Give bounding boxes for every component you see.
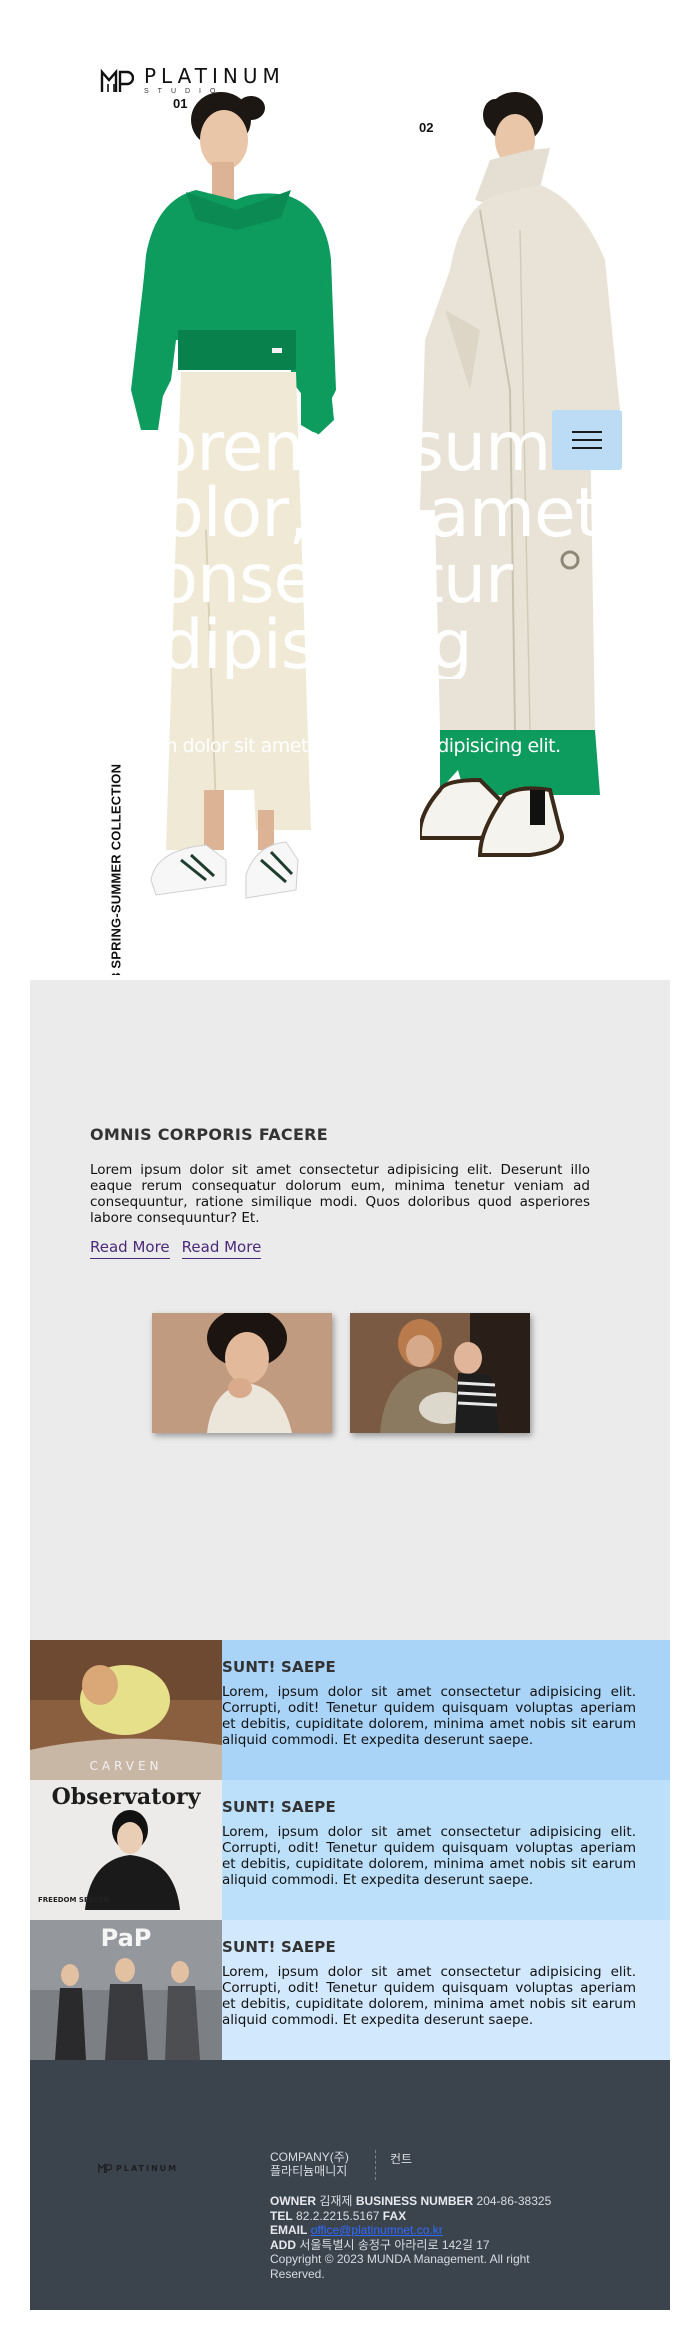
card-image-caption: Observatory	[52, 1784, 202, 1810]
company-label: COMPANY(주)	[270, 2150, 349, 2164]
card-title: SUNT! SAEPE	[222, 1938, 336, 1956]
footer-divider	[375, 2150, 376, 2180]
tel-label: TEL	[270, 2208, 293, 2223]
hamburger-icon-line	[572, 439, 602, 441]
card-image: PaP	[30, 1920, 222, 2060]
intro-title: OMNIS CORPORIS FACERE	[90, 1125, 329, 1144]
company-block: COMPANY(주) 플라티늄매니지	[270, 2150, 349, 2178]
feature-card[interactable]: Observatory FREEDOM SEEKER SUNT! SAEPE L…	[30, 1780, 670, 1920]
read-more-link[interactable]: Read More	[181, 1238, 262, 1259]
card-image: CARVEN	[30, 1640, 222, 1780]
card-text: Lorem, ipsum dolor sit amet consectetur …	[222, 1824, 636, 1888]
email-link[interactable]: office@platinumnet.co.kr	[311, 2223, 443, 2237]
business-value: 204-86-38325	[476, 2194, 552, 2208]
copyright: Copyright © 2023 MUNDA Management. All r…	[270, 2252, 530, 2281]
card-title: SUNT! SAEPE	[222, 1798, 336, 1816]
footer-logo[interactable]: PLATINUM	[98, 2163, 178, 2174]
tel-value: 82.2.2215.5167	[296, 2208, 380, 2223]
owner-value: 김재제	[319, 2194, 353, 2208]
fax-label: FAX	[382, 2208, 407, 2223]
platinum-logo-icon	[98, 2163, 112, 2174]
thumbnail-image[interactable]	[350, 1313, 530, 1433]
card-text: Lorem, ipsum dolor sit amet consectetur …	[222, 1684, 636, 1748]
company-info: OWNER 김재제 BUSINESS NUMBER 204-86-38325 T…	[270, 2194, 570, 2281]
collection-tag: 2023 SPRING-SUMMER COLLECTION	[108, 763, 124, 975]
card-image-caption: PaP	[101, 1924, 152, 1952]
card-title: SUNT! SAEPE	[222, 1658, 336, 1676]
headline-line: consectetur	[120, 540, 513, 619]
brand-name: PLATINUM	[144, 64, 285, 88]
card-image-caption-2: FREEDOM SEEKER	[38, 1896, 110, 1904]
hamburger-icon-line	[572, 447, 602, 449]
add-value: 서울특별시 송정구 아라리로 142길 17	[299, 2237, 490, 2252]
card-photo: CARVEN	[30, 1640, 222, 1780]
card-photo: PaP	[30, 1920, 222, 2060]
email-label: EMAIL	[270, 2223, 308, 2237]
hero-subline: Lorem dolor sit amet consectetur adipisi…	[120, 735, 561, 757]
intro-section: OMNIS CORPORIS FACERE Lorem ipsum dolor …	[30, 980, 670, 1640]
footer-brand-name: PLATINUM	[116, 2164, 179, 2173]
hero-section: PLATINUM STUDIO 01 02 2023 SPRING-SUMMER…	[0, 0, 700, 975]
intro-links: Read More Read More	[90, 1238, 262, 1259]
menu-button[interactable]	[552, 410, 622, 470]
feature-card[interactable]: PaP SUNT! SAEPE Lorem, ipsum dolor sit a…	[30, 1920, 670, 2060]
headline-line: dolor, sit amet	[120, 474, 601, 553]
slide-number-01: 01	[173, 96, 188, 111]
hamburger-icon	[572, 431, 602, 433]
add-label: ADD	[270, 2237, 296, 2252]
feature-card[interactable]: CARVEN SUNT! SAEPE Lorem, ipsum dolor si…	[30, 1640, 670, 1780]
thumbnail-gallery	[152, 1313, 530, 1433]
contact-link[interactable]: 컨트	[390, 2150, 412, 2167]
card-image: Observatory FREEDOM SEEKER	[30, 1780, 222, 1920]
site-footer: PLATINUM COMPANY(주) 플라티늄매니지 컨트 OWNER 김재제…	[30, 2060, 670, 2310]
slide-number-02: 02	[419, 120, 434, 135]
business-label: BUSINESS NUMBER	[355, 2194, 474, 2208]
card-photo: Observatory FREEDOM SEEKER	[30, 1780, 222, 1920]
card-text: Lorem, ipsum dolor sit amet consectetur …	[222, 1964, 636, 2028]
headline-line: adipisicing	[120, 606, 473, 680]
thumbnail-image[interactable]	[152, 1313, 332, 1433]
card-image-caption: CARVEN	[89, 1759, 162, 1773]
company-name: 플라티늄매니지	[270, 2164, 348, 2178]
intro-text: Lorem ipsum dolor sit amet consectetur a…	[90, 1162, 590, 1226]
owner-label: OWNER	[270, 2194, 316, 2208]
read-more-link[interactable]: Read More	[90, 1238, 170, 1259]
